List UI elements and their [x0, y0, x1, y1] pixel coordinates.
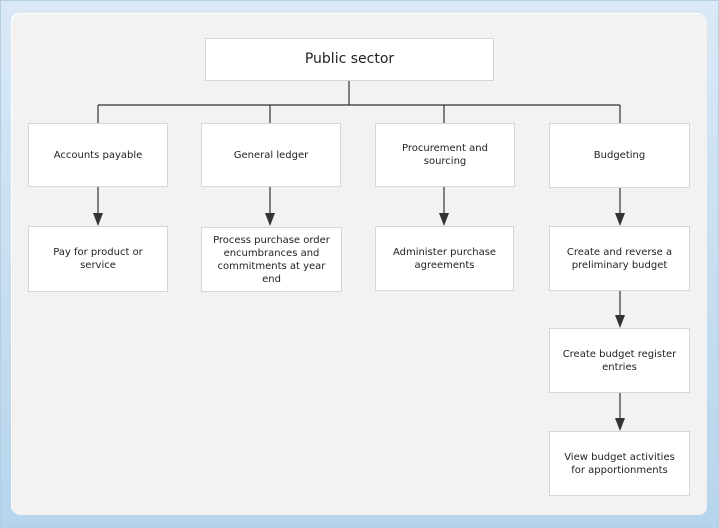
step-administer-purchase-agreements: Administer purchase agreements [375, 226, 514, 291]
root-label: Public sector [304, 51, 395, 67]
module-label: Budgeting [593, 150, 646, 161]
step-create-budget-register-entries: Create budget register entries [549, 328, 690, 393]
step-label: Pay for product or service [53, 247, 143, 271]
step-create-reverse-preliminary-budget: Create and reverse a preliminary budget [549, 226, 690, 291]
arrowhead-gl [265, 213, 275, 226]
step-label: Administer purchase agreements [392, 246, 497, 271]
arrowhead-ap [93, 213, 103, 226]
step-label: View budget activities for apportionment… [564, 451, 675, 476]
step-view-budget-activities: View budget activities for apportionment… [549, 431, 690, 496]
module-budgeting: Budgeting [549, 123, 690, 188]
arrowhead-bud1 [615, 213, 625, 226]
step-label: Create and reverse a preliminary budget [566, 246, 673, 271]
step-label: Process purchase order encumbrances and … [213, 234, 330, 285]
step-process-po-encumbrances: Process purchase order encumbrances and … [201, 227, 342, 292]
arrowhead-bud3 [615, 418, 625, 431]
root-node-public-sector: Public sector [205, 38, 494, 81]
module-accounts-payable: Accounts payable [28, 123, 168, 187]
module-procurement-and-sourcing: Procurement and sourcing [375, 123, 515, 187]
module-label: Procurement and sourcing [402, 143, 488, 167]
module-general-ledger: General ledger [201, 123, 341, 187]
module-label: General ledger [233, 149, 309, 161]
step-label: Create budget register entries [562, 348, 677, 373]
arrowhead-ps [439, 213, 449, 226]
arrowhead-bud2 [615, 315, 625, 328]
step-pay-for-product: Pay for product or service [28, 226, 168, 292]
module-label: Accounts payable [53, 149, 143, 161]
